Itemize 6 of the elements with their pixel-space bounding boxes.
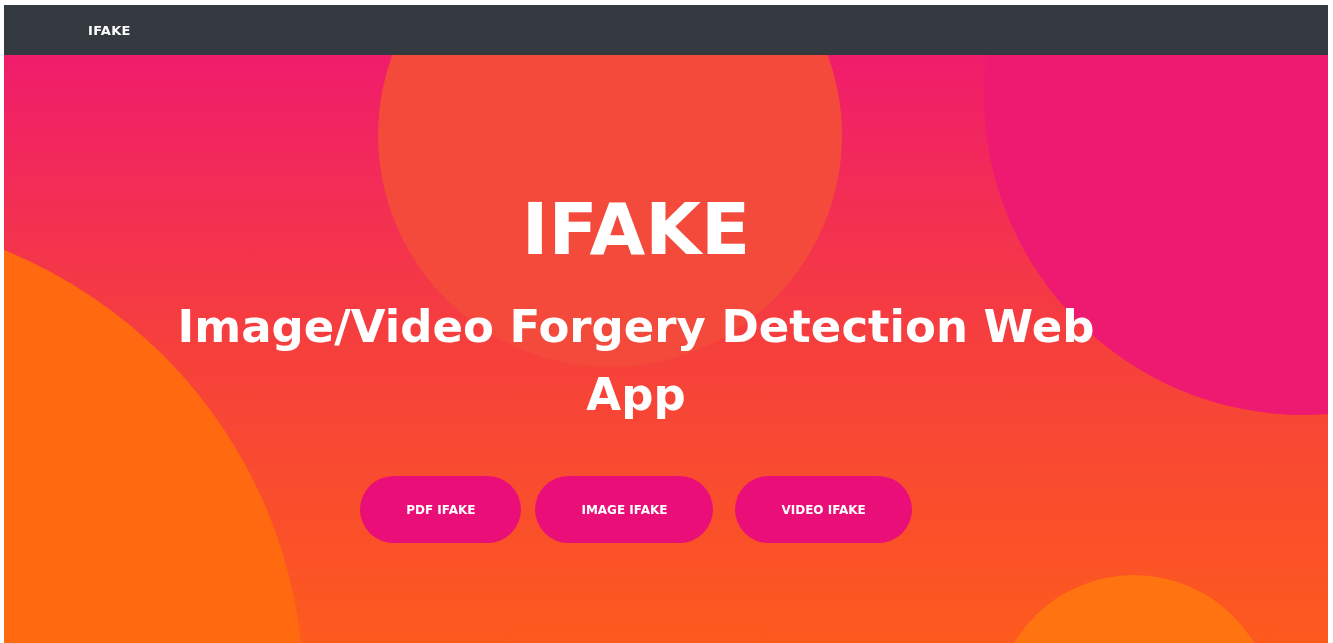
- nav-button[interactable]: IMAGE IFAKE: [535, 476, 714, 543]
- nav-button[interactable]: PDF IFAKE: [360, 476, 522, 543]
- brand-link[interactable]: IFAKE: [88, 22, 131, 38]
- nav-button[interactable]: VIDEO IFAKE: [735, 476, 912, 543]
- hero-title: IFAKE: [521, 193, 751, 265]
- hero-subtitle: Image/Video Forgery Detection Web App: [176, 299, 1096, 423]
